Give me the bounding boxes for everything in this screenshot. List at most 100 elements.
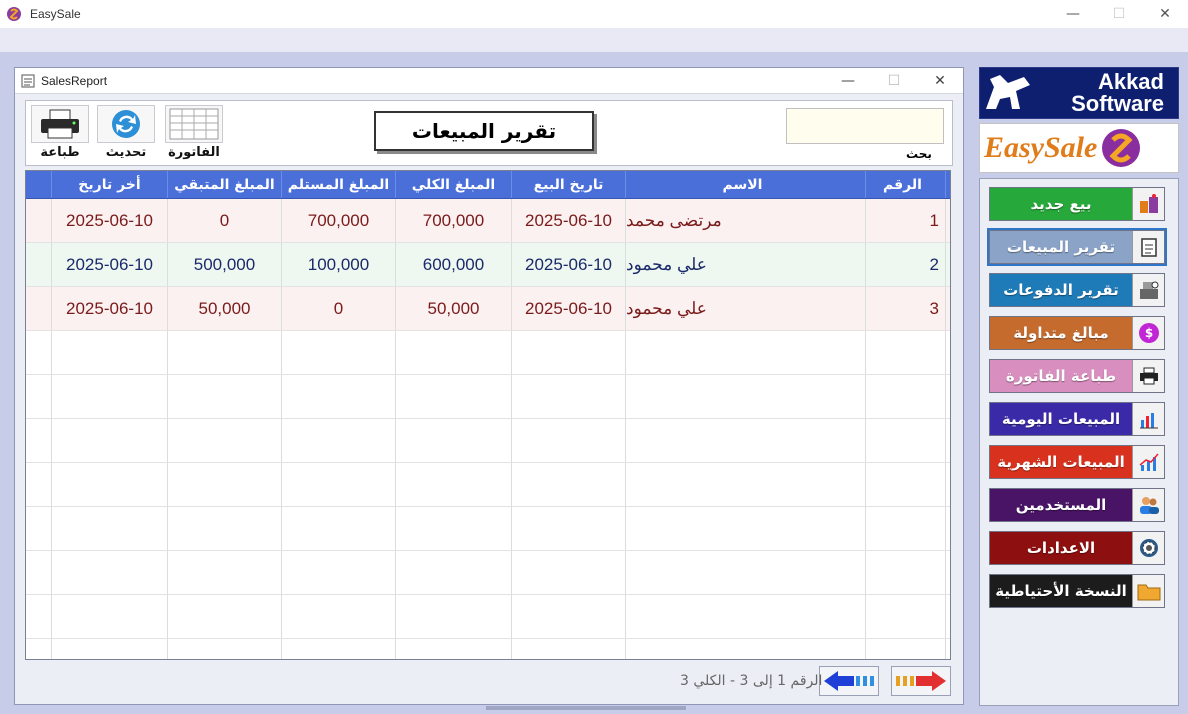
app-titlebar: EasySale — ☐ ✕ [0, 0, 1188, 28]
cell-remaining: 500,000 [168, 243, 282, 286]
sales-table[interactable]: أخر تاريخ المبلغ المتبقي المبلغ المستلم … [25, 170, 951, 660]
arrow-right-icon [896, 671, 946, 691]
row-selector[interactable] [26, 287, 52, 330]
cell-sale-date: 2025-06-10 [512, 287, 626, 330]
empty-row [26, 463, 950, 507]
empty-row [26, 375, 950, 419]
users-icon [1132, 489, 1164, 521]
refresh-button[interactable]: تحديث [96, 105, 156, 163]
minimize-button[interactable]: — [1050, 0, 1096, 28]
sidebar-item-label: المبيعات اليومية [1001, 410, 1121, 428]
row-selector[interactable] [26, 199, 52, 242]
column-header-sale-date[interactable]: تاريخ البيع [512, 171, 626, 198]
search-input[interactable] [786, 108, 944, 144]
cell-sale-date: 2025-06-10 [512, 199, 626, 242]
cell-name: علي محمود [626, 243, 866, 286]
search-label: بحث [906, 147, 932, 161]
sidebar-item-sales-report[interactable]: تقرير المبيعات [987, 228, 1167, 266]
empty-row [26, 419, 950, 463]
printer-icon [1132, 360, 1164, 392]
column-header-last-date[interactable]: أخر تاريخ [52, 171, 168, 198]
sidebar-item-label: الاعدادات [1026, 539, 1096, 557]
bar-chart-icon [1132, 403, 1164, 435]
akkad-logo: Akkad Software [979, 67, 1179, 119]
cell-number: 1 [866, 199, 946, 242]
report-minimize-button[interactable]: — [825, 68, 871, 94]
sidebar: بيع جديد تقرير المبيعات تقرير الدفوعات م… [979, 178, 1179, 706]
refresh-label: تحديث [105, 145, 147, 160]
empty-row [26, 331, 950, 375]
row-selector-header [26, 171, 52, 198]
report-close-button[interactable]: ✕ [917, 68, 963, 94]
menu-strip [0, 28, 1188, 52]
close-button[interactable]: ✕ [1142, 0, 1188, 28]
cell-name: علي محمود [626, 287, 866, 330]
sidebar-item-new-sale[interactable]: بيع جديد [989, 187, 1165, 221]
cell-number: 2 [866, 243, 946, 286]
row-selector[interactable] [26, 243, 52, 286]
cell-last-date: 2025-06-10 [52, 287, 168, 330]
table-row[interactable]: 2025-06-10 50,000 0 50,000 2025-06-10 عل… [26, 287, 950, 331]
cell-last-date: 2025-06-10 [52, 243, 168, 286]
report-maximize-button[interactable]: ☐ [871, 68, 917, 94]
column-header-remaining[interactable]: المبلغ المتبقي [168, 171, 282, 198]
sidebar-item-label: طباعة الفاتورة [1005, 367, 1117, 385]
currency-icon: $ [1132, 317, 1164, 349]
report-titlebar: SalesReport — ☐ ✕ [15, 68, 963, 94]
sidebar-item-label: بيع جديد [1030, 195, 1092, 213]
sidebar-item-payments-report[interactable]: تقرير الدفوعات [989, 273, 1165, 307]
empty-row [26, 551, 950, 595]
arrow-left-icon [824, 671, 874, 691]
gear-icon [1132, 532, 1164, 564]
column-header-number[interactable]: الرقم [866, 171, 946, 198]
column-header-received[interactable]: المبلغ المستلم [282, 171, 396, 198]
svg-text:$: $ [1144, 326, 1152, 340]
window-tab-indicator [486, 706, 686, 710]
pager: الرقم 1 إلى 3 - الكلي 3 [25, 666, 953, 698]
easysale-brand-text: EasySale [984, 131, 1098, 164]
cell-total: 50,000 [396, 287, 512, 330]
cell-received: 0 [282, 287, 396, 330]
empty-row [26, 639, 950, 659]
cell-name: مرتضى محمد [626, 199, 866, 242]
print-button[interactable]: طباعة [30, 105, 90, 163]
clipboard-icon [1132, 231, 1164, 263]
cell-total: 700,000 [396, 199, 512, 242]
previous-page-button[interactable] [819, 666, 879, 696]
cell-sale-date: 2025-06-10 [512, 243, 626, 286]
sidebar-item-settings[interactable]: الاعدادات [989, 531, 1165, 565]
table-header-row: أخر تاريخ المبلغ المتبقي المبلغ المستلم … [26, 171, 950, 199]
report-title: تقرير المبيعات [374, 111, 594, 151]
report-window-title: SalesReport [41, 73, 108, 88]
akkad-brand-line2: Software [1071, 91, 1164, 116]
sidebar-item-print-invoice[interactable]: طباعة الفاتورة [989, 359, 1165, 393]
easysale-logo: EasySale [979, 123, 1179, 173]
cell-received: 100,000 [282, 243, 396, 286]
report-window-icon [21, 74, 35, 87]
akkad-brand-line1: Akkad [1097, 69, 1164, 94]
cell-last-date: 2025-06-10 [52, 199, 168, 242]
cash-register-icon [1132, 274, 1164, 306]
column-header-total[interactable]: المبلغ الكلي [396, 171, 512, 198]
sidebar-item-users[interactable]: المستخدمين [989, 488, 1165, 522]
sidebar-item-daily-sales[interactable]: المبيعات اليومية [989, 402, 1165, 436]
lamassu-logo-icon [986, 75, 1030, 109]
maximize-button[interactable]: ☐ [1096, 0, 1142, 28]
sidebar-item-backup[interactable]: النسخة الأحتياطية [989, 574, 1165, 608]
table-row[interactable]: 2025-06-10 0 700,000 700,000 2025-06-10 … [26, 199, 950, 243]
sidebar-item-label: مبالغ متداولة [1013, 324, 1109, 342]
sidebar-item-circulating-amounts[interactable]: مبالغ متداولة $ [989, 316, 1165, 350]
table-row[interactable]: 2025-06-10 500,000 100,000 600,000 2025-… [26, 243, 950, 287]
sidebar-item-label: المستخدمين [1015, 496, 1107, 514]
next-page-button[interactable] [891, 666, 951, 696]
cell-remaining: 50,000 [168, 287, 282, 330]
print-label: طباعة [40, 145, 80, 160]
sidebar-item-monthly-sales[interactable]: المبيعات الشهرية [989, 445, 1165, 479]
line-chart-icon [1132, 446, 1164, 478]
spreadsheet-icon [169, 108, 219, 140]
products-icon [1132, 188, 1164, 220]
easysale-logo-icon [7, 7, 21, 21]
column-header-name[interactable]: الاسم [626, 171, 866, 198]
report-toolbar: طباعة تحديث الفاتورة تقرير المبيعات بحث [25, 100, 953, 166]
invoice-button[interactable]: الفاتورة [164, 105, 224, 163]
